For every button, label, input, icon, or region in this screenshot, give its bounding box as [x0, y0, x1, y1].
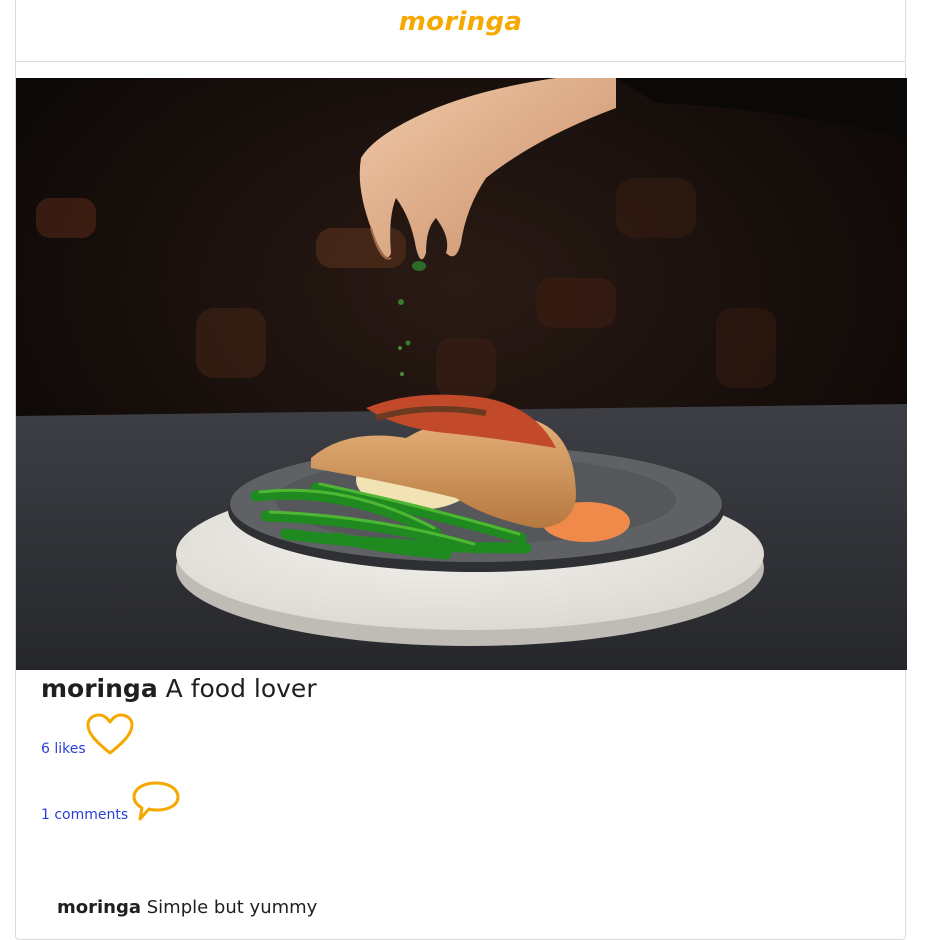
comment-text: Simple but yummy: [146, 897, 318, 918]
post-image: [16, 78, 907, 670]
comment-item: moringa Simple but yummy: [57, 897, 317, 918]
comment-username[interactable]: moringa: [57, 897, 141, 918]
comments-count[interactable]: 1 comments: [41, 807, 128, 823]
post-caption-text: A food lover: [165, 674, 317, 703]
post-caption: moringa A food lover: [41, 674, 317, 703]
post-username[interactable]: moringa: [41, 674, 158, 703]
likes-count[interactable]: 6 likes: [41, 741, 86, 757]
comments-link[interactable]: 1 comments: [41, 779, 182, 823]
speech-bubble-icon[interactable]: [132, 779, 182, 823]
post-card: moringa moringa A food lover 6 likes 1 c…: [15, 0, 907, 940]
brand-logo-link[interactable]: moringa: [399, 7, 522, 37]
header: moringa: [16, 0, 905, 62]
heart-icon[interactable]: [85, 713, 135, 757]
likes-link[interactable]: 6 likes: [41, 713, 135, 757]
